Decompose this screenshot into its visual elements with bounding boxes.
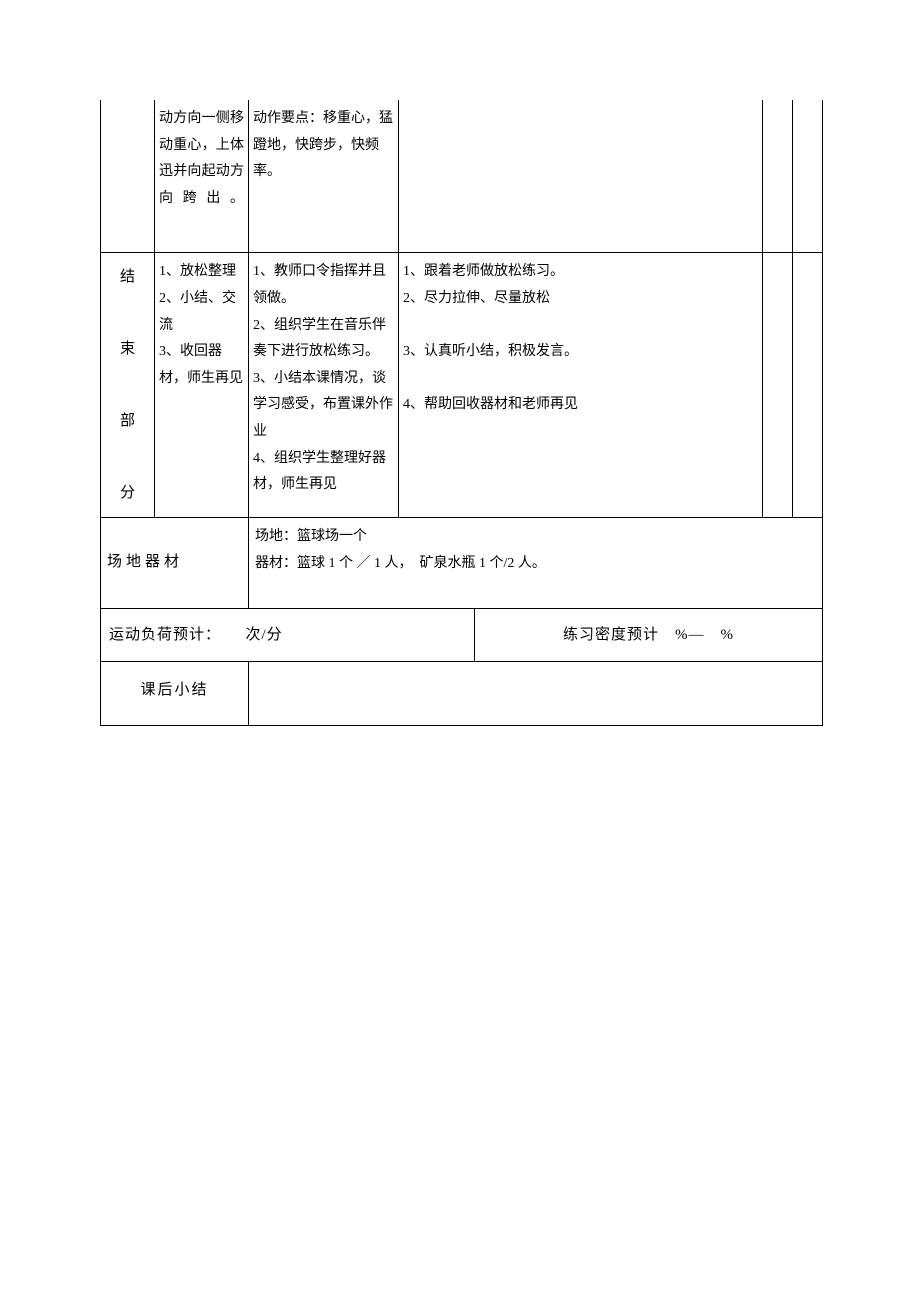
venue-line2: 器材：篮球 1 个 ／ 1 人， 矿泉水瓶 1 个/2 人。 bbox=[255, 551, 816, 578]
cell-empty bbox=[763, 253, 793, 518]
cell-section-ending: 结 束 部 分 bbox=[101, 253, 155, 518]
lesson-plan-table: 动方向一侧移动重心，上体迅并向起动方向跨出。 动作要点：移重心，猛蹬地，快跨步，… bbox=[100, 100, 823, 726]
cell-summary-label: 课后小结 bbox=[101, 662, 249, 726]
cell-key-points: 动作要点：移重心，猛蹬地，快跨步，快频率。 bbox=[249, 100, 399, 253]
cell-student-activity: 1、跟着老师做放松练习。 2、尽力拉伸、尽量放松 3、认真听小结，积极发言。 4… bbox=[399, 253, 763, 518]
cell-section-label-empty bbox=[101, 100, 155, 253]
cell-movement-desc: 动方向一侧移动重心，上体迅并向起动方向跨出。 bbox=[155, 100, 249, 253]
table-row: 场地器材 场地：篮球场一个 器材：篮球 1 个 ／ 1 人， 矿泉水瓶 1 个/… bbox=[101, 518, 823, 608]
cell-density-estimate: 练习密度预计 %— % bbox=[475, 608, 823, 662]
cell-empty bbox=[399, 100, 763, 253]
table-row: 课后小结 bbox=[101, 662, 823, 726]
cell-empty bbox=[763, 100, 793, 253]
cell-teacher-activity: 1、教师口令指挥并且领做。 2、组织学生在音乐伴奏下进行放松练习。 3、小结本课… bbox=[249, 253, 399, 518]
cell-empty bbox=[793, 100, 823, 253]
cell-summary-content bbox=[249, 662, 823, 726]
venue-line1: 场地：篮球场一个 bbox=[255, 524, 816, 551]
cell-venue-content: 场地：篮球场一个 器材：篮球 1 个 ／ 1 人， 矿泉水瓶 1 个/2 人。 bbox=[249, 518, 823, 608]
cell-ending-content: 1、放松整理 2、小结、交流 3、收回器材，师生再见 bbox=[155, 253, 249, 518]
table-row: 动方向一侧移动重心，上体迅并向起动方向跨出。 动作要点：移重心，猛蹬地，快跨步，… bbox=[101, 100, 823, 253]
cell-empty bbox=[793, 253, 823, 518]
cell-load-estimate: 运动负荷预计： 次/分 bbox=[101, 608, 475, 662]
table-row: 运动负荷预计： 次/分 练习密度预计 %— % bbox=[101, 608, 823, 662]
table-row: 结 束 部 分 1、放松整理 2、小结、交流 3、收回器材，师生再见 1、教师口… bbox=[101, 253, 823, 518]
cell-venue-label: 场地器材 bbox=[101, 518, 249, 608]
page-container: 动方向一侧移动重心，上体迅并向起动方向跨出。 动作要点：移重心，猛蹬地，快跨步，… bbox=[0, 0, 920, 726]
